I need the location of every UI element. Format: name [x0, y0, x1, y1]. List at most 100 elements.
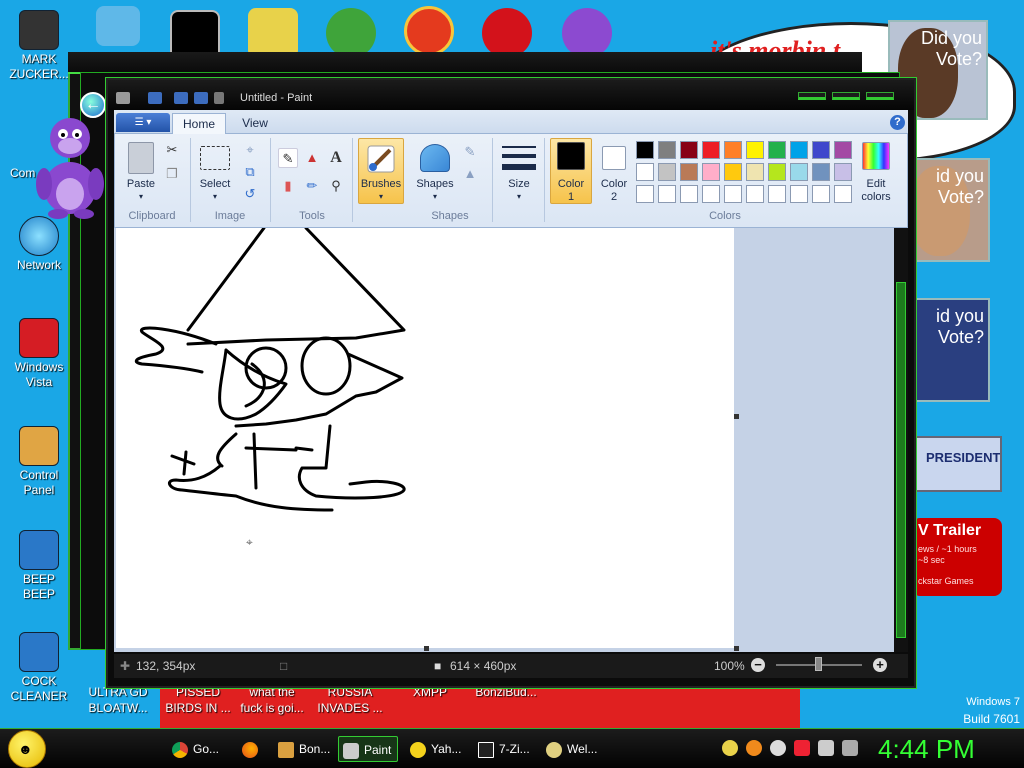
taskbar-item-chrome[interactable]: Go... [168, 736, 226, 762]
taskbar-item-bonzi[interactable]: Bon... [274, 736, 332, 762]
paste-icon[interactable] [128, 142, 154, 174]
eraser-icon[interactable]: ▮ [278, 176, 298, 196]
paste-dropdown-icon[interactable]: ▾ [134, 190, 148, 203]
palette-swatch[interactable] [812, 163, 830, 181]
palette-swatch[interactable] [790, 163, 808, 181]
tray-volume-icon[interactable] [842, 740, 858, 756]
pencil-icon[interactable]: ✎ [278, 148, 298, 168]
palette-swatch[interactable] [768, 163, 786, 181]
shapes-dropdown-icon[interactable]: ▾ [428, 190, 442, 203]
maximize-button[interactable] [832, 92, 860, 100]
bonzi-small-icon[interactable] [562, 8, 612, 58]
tray-banana-icon[interactable] [722, 740, 738, 756]
fill-shape-icon[interactable]: ▲ [460, 164, 480, 184]
close-button[interactable] [866, 92, 894, 100]
magnifier-icon[interactable]: ⚲ [326, 176, 346, 196]
palette-swatch[interactable] [702, 185, 720, 203]
palette-swatch[interactable] [636, 163, 654, 181]
bonzi-buddy-character[interactable] [30, 108, 112, 220]
outline-icon[interactable]: ✎ [460, 142, 480, 162]
taskbar-item-7zip[interactable]: 7-Zi... [474, 736, 536, 762]
palette-swatch[interactable] [790, 141, 808, 159]
qat-dropdown-icon[interactable] [214, 92, 224, 104]
palette-swatch[interactable] [746, 141, 764, 159]
desktop-label-ultra-gd[interactable]: ULTRA GD BLOATW... [80, 684, 156, 716]
edit-colors-icon[interactable] [862, 142, 890, 170]
canvas-resize-handle-bottom[interactable] [424, 646, 429, 651]
start-button[interactable]: ☻ [8, 730, 46, 768]
color2-button[interactable]: Color 2 [594, 178, 634, 204]
select-icon[interactable] [200, 146, 230, 170]
desktop-icon-beep-beep[interactable]: BEEP BEEP [0, 530, 78, 602]
tab-view[interactable]: View [232, 113, 278, 134]
desktop-label-russia[interactable]: RUSSIA INVADES ... [312, 684, 388, 716]
select-dropdown-icon[interactable]: ▾ [208, 190, 222, 203]
canvas-resize-handle-right[interactable] [734, 414, 739, 419]
color2-swatch[interactable] [602, 146, 626, 170]
crop-icon[interactable]: ⌖ [240, 140, 260, 160]
taskbar-item-firefox[interactable] [236, 736, 266, 762]
tray-flag-icon[interactable] [794, 740, 810, 756]
desktop-label-pissed-birds[interactable]: PISSED BIRDS IN ... [160, 684, 236, 716]
fill-icon[interactable]: ▲ [302, 148, 322, 168]
minimize-button[interactable] [798, 92, 826, 100]
p-app-icon[interactable] [404, 6, 454, 56]
canvas-resize-handle-corner[interactable] [734, 646, 739, 651]
brushes-dropdown-icon[interactable]: ▾ [374, 190, 388, 203]
rotate-icon[interactable]: ↺ [240, 184, 260, 204]
palette-swatch[interactable] [812, 141, 830, 159]
desktop-icon-mark-zuckerberg[interactable]: MARK ZUCKER... [0, 10, 78, 82]
desktop-icon-windows-vista[interactable]: Windows Vista [0, 318, 78, 390]
palette-swatch[interactable] [680, 185, 698, 203]
palette-swatch[interactable] [724, 163, 742, 181]
size-dropdown-icon[interactable]: ▾ [512, 190, 526, 203]
shapes-icon[interactable] [420, 144, 450, 172]
palette-swatch[interactable] [724, 141, 742, 159]
palette-swatch[interactable] [658, 141, 676, 159]
palette-swatch[interactable] [680, 141, 698, 159]
palette-swatch[interactable] [724, 185, 742, 203]
taskbar-item-yahoo[interactable]: Yah... [406, 736, 466, 762]
palette-swatch[interactable] [702, 163, 720, 181]
folder-app-icon[interactable] [248, 8, 298, 58]
palette-swatch[interactable] [768, 185, 786, 203]
angry-birds-icon[interactable] [326, 8, 376, 58]
tray-search-icon[interactable] [746, 740, 762, 756]
palette-swatch[interactable] [834, 163, 852, 181]
taskbar-item-paint[interactable]: Paint [338, 736, 398, 762]
zoom-out-button[interactable]: − [751, 658, 765, 672]
copy-icon[interactable]: ❐ [162, 164, 182, 184]
desktop-label-what-the[interactable]: what the fuck is goi... [234, 684, 310, 716]
taskbar-clock[interactable]: 4:44 PM [878, 734, 975, 765]
palette-swatch[interactable] [658, 185, 676, 203]
text-icon[interactable]: A [326, 148, 346, 168]
palette-swatch[interactable] [746, 163, 764, 181]
palette-swatch[interactable] [790, 185, 808, 203]
taskbar-item-welcome[interactable]: Wel... [542, 736, 604, 762]
palette-swatch[interactable] [834, 141, 852, 159]
paint-app-icon[interactable] [116, 92, 130, 104]
redo-icon[interactable] [194, 92, 208, 104]
desktop-icon-cock-cleaner[interactable]: COCK CLEANER [0, 632, 78, 704]
palette-swatch[interactable] [702, 141, 720, 159]
palette-swatch[interactable] [680, 163, 698, 181]
drawing-sketch[interactable]: ⌖ [116, 228, 734, 648]
undo-icon[interactable] [174, 92, 188, 104]
cut-icon[interactable]: ✂ [162, 140, 182, 160]
tray-minus-icon[interactable] [770, 740, 786, 756]
zoom-in-button[interactable]: + [873, 658, 887, 672]
tray-network-icon[interactable] [818, 740, 834, 756]
save-icon[interactable] [148, 92, 162, 104]
desktop-icon-network[interactable]: Network [0, 216, 78, 273]
help-icon[interactable]: ? [890, 115, 905, 130]
palette-swatch[interactable] [636, 141, 654, 159]
palette-swatch[interactable] [746, 185, 764, 203]
dev-cpp-icon[interactable] [482, 8, 532, 58]
palette-swatch[interactable] [834, 185, 852, 203]
vertical-scrollbar-thumb[interactable] [896, 282, 906, 638]
desktop-icon-control-panel[interactable]: Control Panel [0, 426, 78, 498]
palette-swatch[interactable] [812, 185, 830, 203]
palette-swatch[interactable] [658, 163, 676, 181]
palette-swatch[interactable] [768, 141, 786, 159]
edit-colors-button[interactable]: Edit colors [854, 178, 898, 204]
